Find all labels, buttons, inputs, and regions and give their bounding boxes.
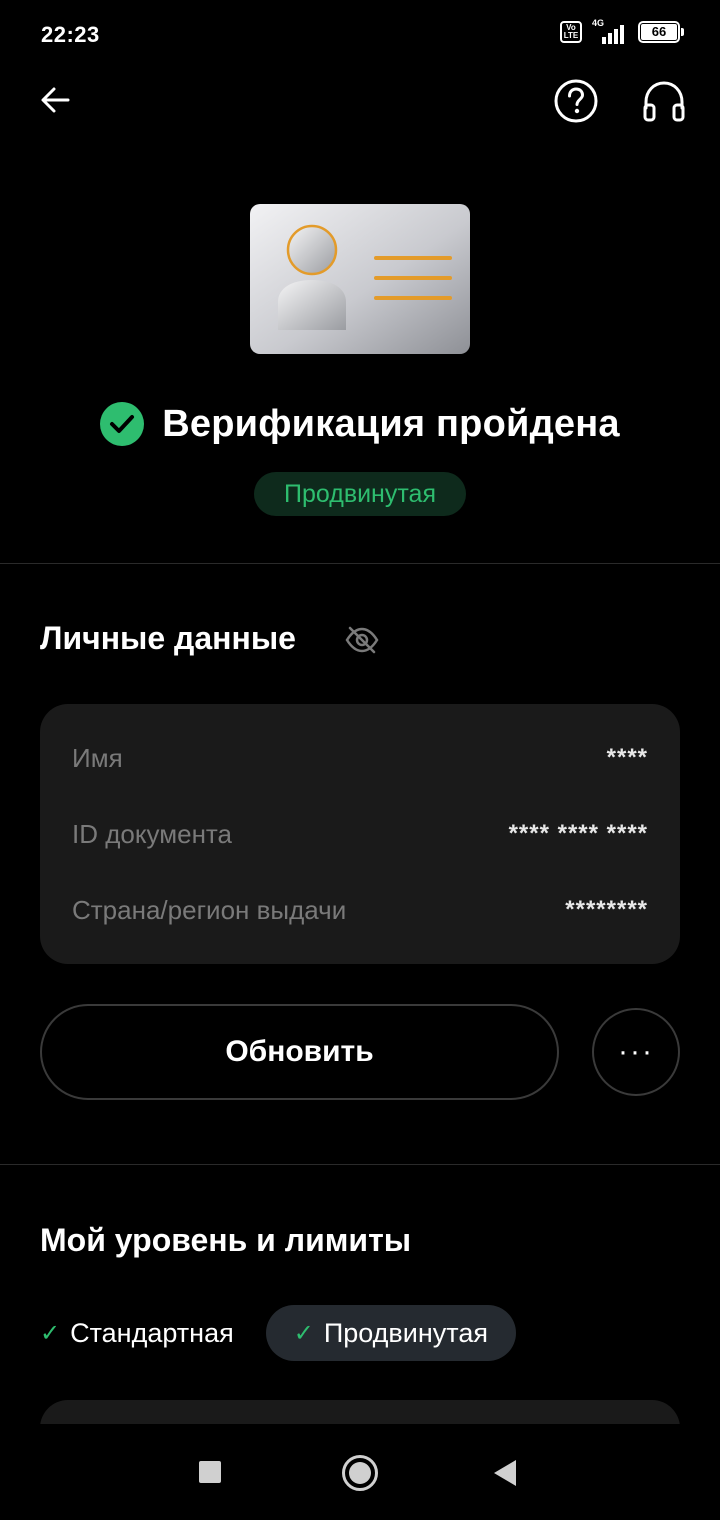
help-button[interactable] (553, 78, 599, 124)
verification-level-badge: Продвинутая (254, 472, 466, 516)
back-button[interactable] (36, 82, 76, 118)
check-circle-icon (100, 402, 145, 446)
data-label: Страна/регион выдачи (72, 894, 347, 925)
update-button[interactable]: Обновить (40, 1004, 559, 1100)
level-tab-standard[interactable]: ✓ Стандартная (40, 1305, 234, 1361)
recents-icon[interactable] (199, 1461, 221, 1483)
data-label: Имя (72, 742, 123, 773)
system-back-icon[interactable] (494, 1460, 516, 1486)
limits-title: Мой уровень и лимиты (40, 1222, 412, 1258)
battery-level: 66 (641, 24, 677, 40)
data-value: ******** (565, 896, 648, 923)
data-row-document-id: ID документа **** **** **** (72, 814, 648, 854)
data-label: ID документа (72, 818, 232, 849)
personal-data-title: Личные данные (40, 620, 296, 656)
verification-status: Верификация пройдена (0, 402, 720, 446)
status-icons: Vo LTE 4G 66 (560, 18, 684, 44)
status-time: 22:23 (41, 22, 100, 47)
top-nav (0, 70, 720, 130)
data-row-name: Имя **** (72, 738, 648, 778)
question-circle-icon (554, 79, 598, 123)
level-tab-label: Продвинутая (323, 1317, 488, 1348)
signal-icon: 4G (592, 18, 628, 44)
home-icon[interactable] (342, 1455, 378, 1491)
battery-icon: 66 (638, 21, 684, 43)
checkmark-icon: ✓ (293, 1319, 314, 1347)
status-bar: 22:23 Vo LTE 4G 66 (0, 0, 720, 70)
level-tab-label: Стандартная (70, 1317, 234, 1348)
headset-icon (643, 81, 685, 122)
divider (0, 563, 720, 564)
checkmark-icon: ✓ (40, 1319, 61, 1347)
level-tabs: ✓ Стандартная ✓ Продвинутая (40, 1305, 516, 1361)
id-card-icon (250, 204, 470, 354)
volte-icon: Vo LTE (560, 21, 582, 43)
id-card-illustration (248, 202, 472, 358)
divider (0, 1164, 720, 1165)
more-options-button[interactable]: ··· (592, 1008, 680, 1096)
eye-off-icon[interactable] (344, 624, 380, 656)
support-button[interactable] (640, 78, 688, 124)
verification-title: Верификация пройдена (162, 402, 620, 445)
arrow-left-icon (41, 87, 70, 113)
personal-data-card: Имя **** ID документа **** **** **** Стр… (40, 704, 680, 964)
data-value: **** **** **** (508, 820, 648, 847)
data-value: **** (606, 744, 648, 771)
system-nav-bar (0, 1424, 720, 1520)
level-tab-advanced[interactable]: ✓ Продвинутая (265, 1305, 516, 1361)
data-row-country: Страна/регион выдачи ******** (72, 890, 648, 930)
